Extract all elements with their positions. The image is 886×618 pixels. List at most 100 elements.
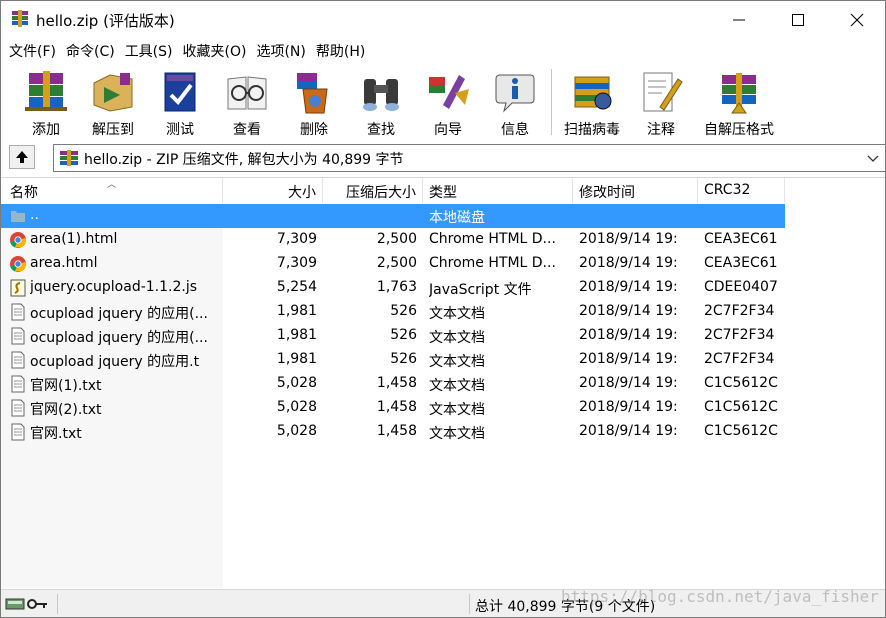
minimize-icon	[733, 19, 745, 21]
file-name: area.html	[30, 255, 98, 271]
file-row[interactable]: ocupload jquery 的应用(... 1,981 526 文本文档 2018/…	[1, 324, 785, 348]
file-packed-size: 2,500	[376, 255, 417, 271]
file-type: 文本文档	[429, 402, 485, 418]
winrar-window: hello.zip (评估版本) 文件(F) 命令(C) 工具(S) 收藏夹(O…	[0, 0, 886, 618]
up-one-level-button[interactable]	[9, 145, 35, 169]
wizard-label: 向导	[434, 122, 462, 138]
minimize-button[interactable]	[709, 1, 769, 39]
file-packed-size: 2,500	[376, 231, 417, 247]
parent-folder-type: 本地磁盘	[429, 210, 485, 226]
winrar-app-icon[interactable]	[10, 9, 30, 29]
file-name: 官网(2).txt	[30, 402, 102, 418]
file-row[interactable]: ocupload jquery 的应用(... 1,981 526 文本文档 2018/…	[1, 300, 785, 324]
menu-favorites[interactable]: 收藏夹(O)	[175, 39, 247, 63]
text-file-icon	[11, 423, 25, 441]
file-modified-time: 2018/9/14 19:	[579, 231, 678, 247]
file-row[interactable]: 官网.txt 5,028 1,458 文本文档 2018/9/14 19: C1C5612…	[1, 420, 785, 444]
file-list: 名称 ︿ 大小 压缩后大小 类型 修改时间 CRC32 .. 本地磁盘 area…	[1, 177, 885, 588]
file-size: 5,028	[276, 423, 317, 439]
extract-to-icon	[93, 73, 133, 112]
view-icon	[227, 76, 267, 110]
up-arrow-icon	[16, 151, 28, 163]
file-modified-time: 2018/9/14 19:	[579, 399, 678, 415]
sort-ascending-icon: ︿	[107, 180, 117, 190]
address-text: hello.zip - ZIP 压缩文件, 解包大小为 40,899 字节	[84, 152, 404, 168]
text-file-icon	[11, 399, 25, 417]
file-packed-size: 1,458	[376, 399, 417, 415]
comment-button[interactable]: 注释	[628, 67, 694, 139]
column-size-label: 大小	[288, 185, 316, 201]
delete-label: 删除	[300, 122, 328, 138]
file-row[interactable]: area(1).html 7,309 2,500 Chrome HTML D... 20…	[1, 228, 785, 252]
file-packed-size: 526	[390, 351, 417, 367]
menu-file[interactable]: 文件(F)	[1, 39, 56, 63]
file-name: ocupload jquery 的应用(...	[30, 306, 208, 322]
file-type: 文本文档	[429, 330, 485, 346]
file-size: 7,309	[276, 255, 317, 271]
wizard-button[interactable]: 向导	[415, 67, 481, 139]
add-books-icon	[25, 71, 67, 111]
info-icon	[495, 74, 535, 113]
file-type: 文本文档	[429, 426, 485, 442]
delete-button[interactable]: 删除	[281, 67, 347, 139]
text-file-icon	[11, 303, 25, 321]
wizard-icon	[429, 75, 469, 109]
find-button[interactable]: 查找	[348, 67, 414, 139]
file-row[interactable]: area.html 7,309 2,500 Chrome HTML D... 2018/…	[1, 252, 785, 276]
menu-options[interactable]: 选项(N)	[248, 39, 305, 63]
menu-commands[interactable]: 命令(C)	[58, 39, 115, 63]
sfx-button[interactable]: 自解压格式	[697, 67, 781, 139]
close-icon	[850, 13, 864, 27]
file-type: JavaScript 文件	[429, 282, 532, 298]
find-label: 查找	[367, 122, 395, 138]
column-mtime[interactable]: 修改时间	[573, 178, 698, 203]
address-field[interactable]: hello.zip - ZIP 压缩文件, 解包大小为 40,899 字节	[53, 144, 885, 172]
chrome-icon	[10, 232, 27, 248]
file-modified-time: 2018/9/14 19:	[579, 327, 678, 343]
test-button[interactable]: 测试	[147, 67, 213, 139]
virus-scan-button[interactable]: 扫描病毒	[559, 67, 625, 139]
file-size: 1,981	[276, 303, 317, 319]
parent-folder-row[interactable]: .. 本地磁盘	[1, 204, 785, 228]
sfx-icon	[722, 73, 756, 114]
file-type: 文本文档	[429, 306, 485, 322]
comment-label: 注释	[647, 122, 675, 138]
add-button[interactable]: 添加	[13, 67, 79, 139]
file-size: 7,309	[276, 231, 317, 247]
file-row[interactable]: ocupload jquery 的应用.t 1,981 526 文本文档 2018/9/…	[1, 348, 785, 372]
view-button[interactable]: 查看	[214, 67, 280, 139]
column-packed[interactable]: 压缩后大小	[323, 178, 423, 203]
delete-icon	[297, 73, 328, 114]
file-modified-time: 2018/9/14 19:	[579, 375, 678, 391]
column-name[interactable]: 名称 ︿	[1, 178, 223, 203]
info-button[interactable]: 信息	[482, 67, 548, 139]
file-type: Chrome HTML D...	[429, 231, 556, 247]
drive-key-icon	[5, 598, 47, 610]
file-type: 文本文档	[429, 378, 485, 394]
status-separator	[57, 594, 58, 614]
file-name: jquery.ocupload-1.1.2.js	[30, 279, 198, 295]
watermark-text: https://blog.csdn.net/java_fisher	[561, 587, 879, 606]
column-type-label: 类型	[429, 185, 457, 201]
file-row[interactable]: 官网(2).txt 5,028 1,458 文本文档 2018/9/14 19: C1C5…	[1, 396, 785, 420]
close-button[interactable]	[827, 1, 885, 39]
file-row[interactable]: 官网(1).txt 5,028 1,458 文本文档 2018/9/14 19: C1C5…	[1, 372, 785, 396]
column-crc-label: CRC32	[704, 182, 751, 198]
maximize-button[interactable]	[768, 1, 828, 39]
maximize-icon	[792, 14, 804, 26]
column-type[interactable]: 类型	[423, 178, 573, 203]
file-name: area(1).html	[30, 231, 118, 247]
file-crc32: 2C7F2F34	[704, 351, 775, 367]
menu-help[interactable]: 帮助(H)	[308, 39, 365, 63]
menu-tools[interactable]: 工具(S)	[117, 39, 173, 63]
chevron-down-icon[interactable]	[867, 152, 879, 164]
test-icon	[164, 72, 196, 112]
file-row[interactable]: jquery.ocupload-1.1.2.js 5,254 1,763 JavaSc…	[1, 276, 785, 300]
virus-scan-icon	[574, 76, 612, 110]
file-packed-size: 1,458	[376, 423, 417, 439]
extract-to-button[interactable]: 解压到	[80, 67, 146, 139]
chrome-icon	[10, 256, 27, 272]
column-size[interactable]: 大小	[223, 178, 323, 203]
column-crc[interactable]: CRC32	[698, 178, 785, 203]
file-type: Chrome HTML D...	[429, 255, 556, 271]
